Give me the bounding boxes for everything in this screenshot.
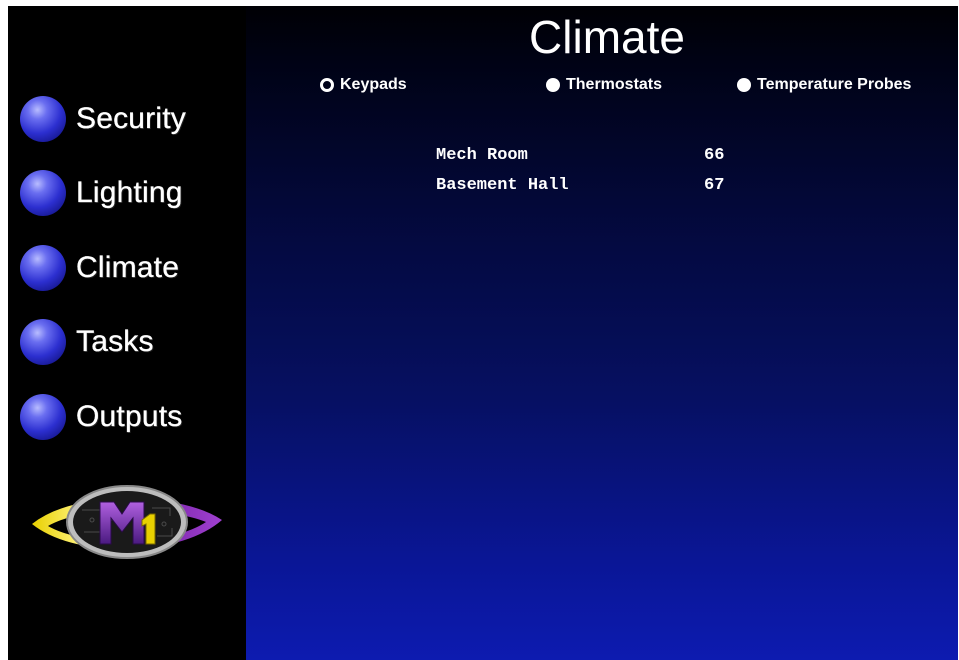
probe-list: Mech Room 66 Basement Hall 67 xyxy=(436,146,724,206)
main-panel: Climate Keypads Thermostats Temperature … xyxy=(246,6,958,660)
list-item[interactable]: Basement Hall 67 xyxy=(436,176,724,206)
page-title: Climate xyxy=(529,11,685,63)
tab-label: Thermostats xyxy=(566,76,663,93)
tab-temperature-probes[interactable]: Temperature Probes xyxy=(737,76,911,94)
sidebar-item-label: Outputs xyxy=(76,400,183,433)
app-window: Security Lighting Climate Tasks Outputs xyxy=(8,6,958,660)
sidebar-item-label: Lighting xyxy=(76,176,183,209)
outputs-orb-icon xyxy=(20,394,66,440)
sidebar: Security Lighting Climate Tasks Outputs xyxy=(8,6,246,660)
tab-label: Temperature Probes xyxy=(757,76,912,93)
sidebar-item-tasks[interactable]: Tasks xyxy=(20,317,154,367)
tab-keypads[interactable]: Keypads xyxy=(320,76,407,94)
sidebar-item-lighting[interactable]: Lighting xyxy=(20,168,183,218)
probe-temperature: 66 xyxy=(704,146,725,165)
lighting-orb-icon xyxy=(20,170,66,216)
probe-name: Basement Hall xyxy=(436,176,569,195)
radio-selected-icon xyxy=(320,78,334,92)
sidebar-item-climate[interactable]: Climate xyxy=(20,243,179,293)
radio-unselected-icon xyxy=(737,78,751,92)
tasks-orb-icon xyxy=(20,319,66,365)
tab-thermostats[interactable]: Thermostats xyxy=(546,76,662,94)
sidebar-item-outputs[interactable]: Outputs xyxy=(20,392,182,442)
sidebar-item-label: Security xyxy=(76,102,186,135)
probe-name: Mech Room xyxy=(436,146,528,165)
tab-label: Keypads xyxy=(340,76,407,93)
list-item[interactable]: Mech Room 66 xyxy=(436,146,724,176)
security-orb-icon xyxy=(20,96,66,142)
probe-temperature: 67 xyxy=(704,176,725,195)
sidebar-item-security[interactable]: Security xyxy=(20,94,186,144)
radio-unselected-icon xyxy=(546,78,560,92)
m1-logo xyxy=(32,485,222,559)
climate-orb-icon xyxy=(20,245,66,291)
sidebar-item-label: Climate xyxy=(76,251,180,284)
sidebar-item-label: Tasks xyxy=(76,325,154,358)
